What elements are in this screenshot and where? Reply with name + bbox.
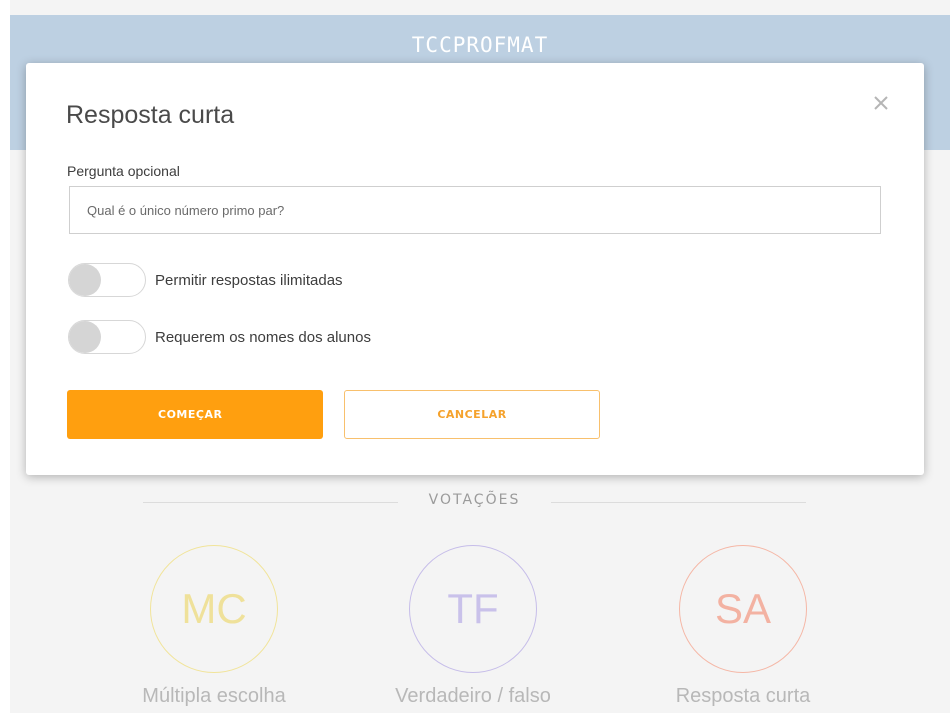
class-title: TCCPROFMAT bbox=[411, 33, 549, 57]
poll-sa-label: Resposta curta bbox=[675, 685, 811, 707]
poll-mc-label: Múltipla escolha bbox=[142, 685, 286, 707]
cancel-button[interactable]: CANCELAR bbox=[344, 390, 600, 439]
close-icon-glyph bbox=[874, 96, 888, 110]
short-answer-modal: Resposta curta Pergunta opcional Permiti… bbox=[26, 63, 924, 475]
toggle-require-names[interactable]: Requerem os nomes dos alunos bbox=[68, 320, 371, 354]
toggle-switch[interactable] bbox=[68, 263, 146, 297]
poll-true-false[interactable]: TF Verdadeiro / falso bbox=[373, 545, 573, 708]
toggle-label: Requerem os nomes dos alunos bbox=[155, 328, 371, 346]
poll-tf-icon[interactable]: TF bbox=[409, 545, 537, 673]
poll-sa-icon[interactable]: SA bbox=[679, 545, 807, 673]
modal-title: Resposta curta bbox=[66, 101, 235, 129]
poll-mc-icon[interactable]: MC bbox=[150, 545, 278, 673]
question-label: Pergunta opcional bbox=[67, 163, 180, 179]
section-label: VOTAÇÕES bbox=[428, 492, 521, 508]
toggle-knob bbox=[69, 321, 101, 353]
start-button[interactable]: COMEÇAR bbox=[67, 390, 323, 439]
close-icon[interactable] bbox=[870, 91, 892, 113]
question-input[interactable] bbox=[69, 186, 881, 234]
poll-multiple-choice[interactable]: MC Múltipla escolha bbox=[114, 545, 314, 708]
toggle-unlimited-answers[interactable]: Permitir respostas ilimitadas bbox=[68, 263, 343, 297]
poll-tf-label: Verdadeiro / falso bbox=[395, 685, 551, 707]
toggle-switch[interactable] bbox=[68, 320, 146, 354]
toggle-knob bbox=[69, 264, 101, 296]
divider-line bbox=[551, 502, 806, 503]
polls-section-header: VOTAÇÕES bbox=[143, 490, 806, 514]
toggle-label: Permitir respostas ilimitadas bbox=[155, 271, 343, 289]
poll-short-answer[interactable]: SA Resposta curta bbox=[643, 545, 843, 708]
